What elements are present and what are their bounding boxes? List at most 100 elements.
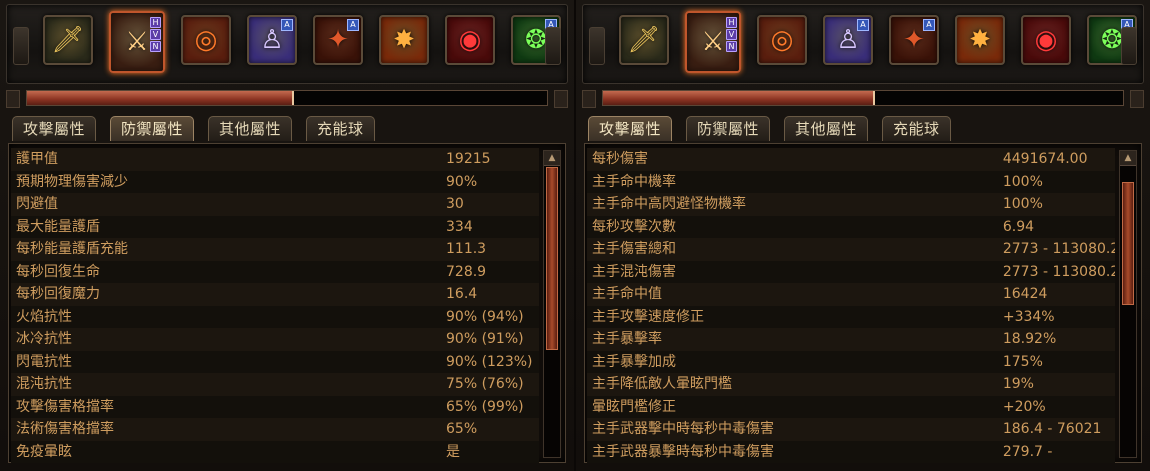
stat-name: 主手命中機率: [592, 173, 676, 190]
resource-bar-right-cap: [1130, 90, 1144, 108]
skill-slot[interactable]: ◎: [757, 15, 807, 65]
stat-value: 16424: [1002, 286, 1048, 302]
stat-row: 法術傷害格擋率 65%: [11, 418, 539, 441]
stat-row: 混沌抗性 75% (76%): [11, 373, 539, 396]
rune-icon: V: [150, 29, 161, 40]
skill-slot[interactable]: ⚔ H V N: [109, 11, 165, 73]
skill-bar: 🗡 ⚔ H V N ◎ ♙ A ✦ A ✸ ◉ ❂ A: [582, 4, 1144, 84]
stats-box: 每秒傷害 4491674.00 主手命中機率 100% 主手命中高閃避怪物機率 100% 每…: [584, 143, 1142, 463]
tab-offense[interactable]: 攻擊屬性: [12, 116, 97, 141]
resource-bar: [582, 88, 1144, 108]
stat-value: 90% (94%): [446, 308, 524, 325]
stat-value: 16.4: [446, 286, 478, 302]
stat-value: 111.3: [446, 241, 487, 257]
stat-row: 主手暴擊率 18.92%: [587, 328, 1115, 351]
stat-row: 主手武器暴擊時每秒中毒傷害 279.7 -: [587, 440, 1115, 463]
tab-defense[interactable]: 防禦屬性: [110, 116, 195, 141]
resource-bar-fill: [603, 91, 876, 105]
stat-name: 每秒回復生命: [16, 263, 100, 280]
stats-scrollbar[interactable]: ▲: [1119, 150, 1137, 458]
skill-slot[interactable]: ◉: [1021, 15, 1071, 65]
stat-name: 閃電抗性: [16, 353, 72, 370]
scroll-up-arrow-icon[interactable]: ▲: [1120, 151, 1136, 166]
stat-tabs: 攻擊屬性 防禦屬性 其他屬性 充能球: [588, 116, 951, 141]
rune-icon: H: [150, 17, 161, 28]
stat-value: 6.94: [1002, 218, 1035, 235]
stats-box: 護甲值 19215 預期物理傷害減少 90% 閃避值 30 最大能量護盾 334 每秒能量護盾充…: [8, 143, 566, 463]
skill-slot[interactable]: 🗡: [619, 15, 669, 65]
stat-tabs: 攻擊屬性 防禦屬性 其他屬性 充能球: [12, 116, 375, 141]
stat-row: 閃電抗性 90% (123%): [11, 350, 539, 373]
tab-misc[interactable]: 其他屬性: [208, 116, 293, 141]
stat-value: 是: [446, 443, 460, 460]
skill-slot[interactable]: 🗡: [43, 15, 93, 65]
tab-offense[interactable]: 攻擊屬性: [588, 116, 673, 141]
stat-row: 每秒傷害 4491674.00: [587, 148, 1115, 171]
tab-defense[interactable]: 防禦屬性: [686, 116, 771, 141]
skill-slot[interactable]: ✸: [955, 15, 1005, 65]
stat-value: 19215: [446, 151, 491, 167]
stat-value: 186.4 - 76021: [1002, 421, 1102, 437]
stat-row: 火焰抗性 90% (94%): [11, 305, 539, 328]
stat-value: 19%: [1002, 376, 1034, 392]
stat-value: 2773 - 113080.2: [1002, 263, 1115, 280]
tab-charges[interactable]: 充能球: [882, 116, 951, 141]
sword-slash-icon: ⚔: [125, 27, 149, 57]
rune-icon: V: [726, 29, 737, 40]
sword-icon: 🗡: [627, 25, 661, 55]
tab-charges[interactable]: 充能球: [306, 116, 375, 141]
stat-name: 主手命中值: [592, 286, 662, 302]
scroll-up-arrow-icon[interactable]: ▲: [544, 151, 560, 166]
aura-badge-icon: A: [857, 19, 869, 31]
stat-name: 每秒回復魔力: [16, 286, 100, 302]
stat-row: 主手混沌傷害 2773 - 113080.2: [587, 260, 1115, 283]
stat-name: 暈眩門檻修正: [592, 398, 676, 415]
sword-icon: 🗡: [51, 25, 85, 55]
stat-name: 主手暴擊加成: [592, 353, 676, 370]
skill-slot[interactable]: ✦ A: [313, 15, 363, 65]
resource-bar-track: [602, 90, 1124, 106]
gem-socket-runes: HVN: [726, 17, 737, 52]
character-stats-panel-left: 🗡 ⚔ H V N ◎ ♙ A ✦ A ✸ ◉ ❂ A 攻擊屬性 防禦屬性 其他屬性 充能球 護甲值 19215 預…: [0, 0, 574, 471]
stat-value: 175%: [1002, 353, 1043, 370]
scrollbar-thumb[interactable]: [546, 167, 558, 351]
stat-row: 暈眩門檻修正 +20%: [587, 395, 1115, 418]
dark-warrior-icon: ✦: [903, 25, 925, 55]
stat-value: 100%: [1002, 196, 1043, 212]
leap-slam-icon: ✸: [393, 25, 415, 55]
skill-slot[interactable]: ✸: [379, 15, 429, 65]
skill-slot[interactable]: ✦ A: [889, 15, 939, 65]
stats-scrollbar[interactable]: ▲: [543, 150, 561, 458]
stat-row: 主手降低敵人暈眩門檻 19%: [587, 373, 1115, 396]
skill-slot[interactable]: ◉: [445, 15, 495, 65]
stat-row: 主手命中值 16424: [587, 283, 1115, 306]
scrollbar-thumb[interactable]: [1122, 182, 1134, 305]
leap-slam-icon: ✸: [969, 25, 991, 55]
stat-value: 75% (76%): [446, 376, 524, 392]
stat-row: 主手傷害總和 2773 - 113080.2: [587, 238, 1115, 261]
rune-icon: N: [150, 41, 161, 52]
rune-icon: N: [726, 41, 737, 52]
stat-name: 主手傷害總和: [592, 241, 676, 257]
stat-value: +20%: [1002, 398, 1046, 415]
skill-slot[interactable]: ♙ A: [247, 15, 297, 65]
stats-list: 每秒傷害 4491674.00 主手命中機率 100% 主手命中高閃避怪物機率 100% 每…: [587, 148, 1115, 463]
resource-bar-fill: [27, 91, 295, 105]
plague-warrior-icon: ❂: [525, 25, 547, 55]
stat-row: 主手武器擊中時每秒中毒傷害 186.4 - 76021: [587, 418, 1115, 441]
stat-value: 30: [446, 196, 464, 212]
stat-value: 65%: [446, 421, 478, 437]
stat-name: 主手武器暴擊時每秒中毒傷害: [592, 443, 774, 460]
stat-name: 火焰抗性: [16, 308, 72, 325]
tab-misc[interactable]: 其他屬性: [784, 116, 869, 141]
stat-name: 護甲值: [16, 151, 58, 167]
stats-list: 護甲值 19215 預期物理傷害減少 90% 閃避值 30 最大能量護盾 334 每秒能量護盾充…: [11, 148, 539, 463]
skill-slot[interactable]: ◎: [181, 15, 231, 65]
aura-badge-icon: A: [347, 19, 359, 31]
stat-row: 每秒攻擊次數 6.94: [587, 215, 1115, 238]
stat-name: 免疫暈眩: [16, 443, 72, 460]
skill-slot[interactable]: ♙ A: [823, 15, 873, 65]
character-stats-panel-right: 🗡 ⚔ H V N ◎ ♙ A ✦ A ✸ ◉ ❂ A 攻擊屬性 防禦屬性 其他屬性 充能球 每秒傷害 44916…: [576, 0, 1150, 471]
resource-bar-track: [26, 90, 548, 106]
skill-slot[interactable]: ⚔ H V N: [685, 11, 741, 73]
